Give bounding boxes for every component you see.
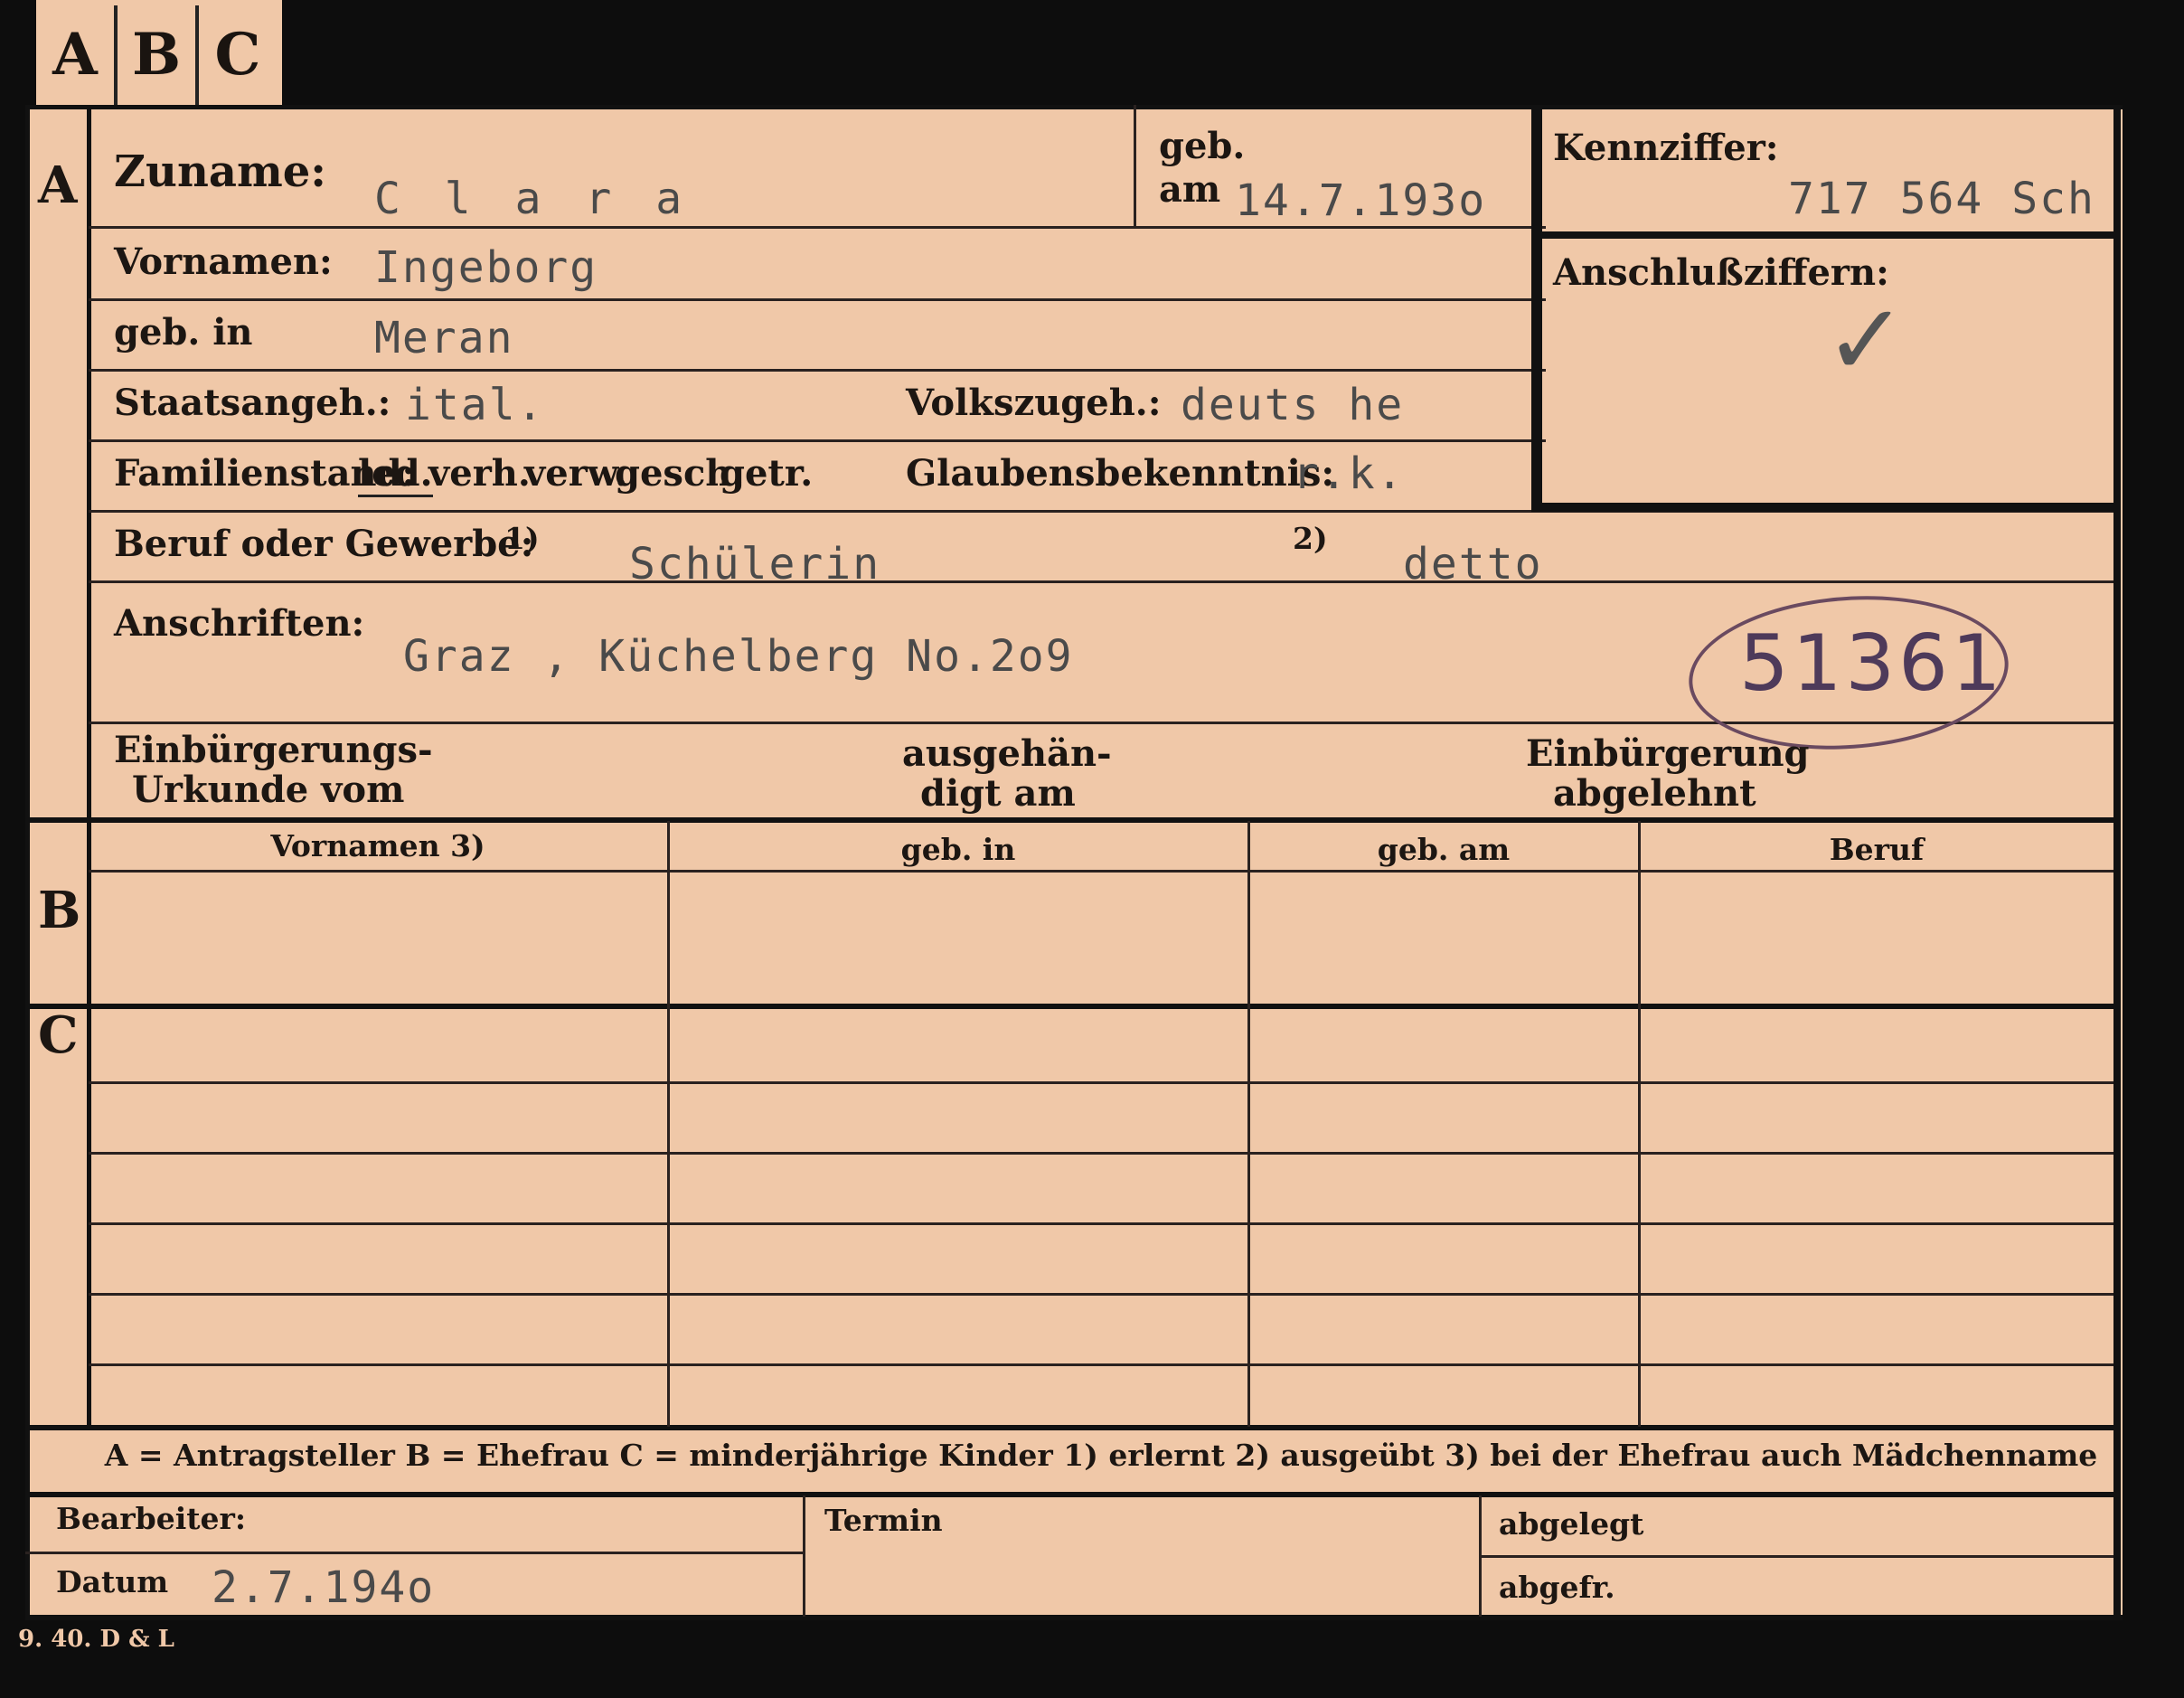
tab-b[interactable]: B — [118, 5, 199, 105]
table-header-beruf: Beruf — [1829, 832, 1925, 867]
abgelegt-label: abgelegt — [1499, 1506, 1644, 1542]
beruf-note-2: 2) — [1293, 521, 1328, 556]
vornamen-label: Vornamen: — [114, 241, 333, 283]
einbuergerung-abgelehnt-label-1: Einbürgerung — [1526, 732, 1810, 775]
beruf-erlernt-value: Schülerin — [629, 539, 881, 590]
familienstand-option-getr: getr. — [720, 452, 814, 495]
table-header-geb-in: geb. in — [900, 832, 1016, 867]
datum-label: Datum — [56, 1564, 169, 1599]
volkszugehoerigkeit-value: deuts he — [1181, 380, 1405, 430]
familienstand-option-verh: verh. — [428, 452, 531, 495]
anschluss-check-mark: ✓ — [1824, 282, 1908, 398]
vornamen-value: Ingeborg — [374, 242, 598, 293]
ausgehaendigt-label-1: ausgehän- — [902, 732, 1112, 775]
geb-label: geb. — [1159, 125, 1246, 167]
abgefr-label: abgefr. — [1499, 1570, 1615, 1605]
print-code: 9. 40. D & L — [18, 1626, 174, 1653]
beruf-note-1: 1) — [504, 521, 540, 556]
beruf-label: Beruf oder Gewerbe: — [114, 523, 534, 565]
familienstand-option-led: led. — [358, 452, 433, 497]
tab-a[interactable]: A — [36, 5, 118, 105]
section-c-label: C — [38, 1005, 79, 1065]
kennziffer-label: Kennziffer: — [1553, 127, 1779, 169]
legend-text: A = Antragsteller B = Ehefrau C = minder… — [104, 1438, 2098, 1473]
geb-am-value: 14.7.193o — [1235, 175, 1487, 226]
einbuergerungs-urkunde-label-1: Einbürgerungs- — [114, 729, 433, 771]
staatsangehoerigkeit-value: ital. — [405, 380, 545, 430]
zuname-value: C l a r a — [374, 174, 692, 224]
bearbeiter-label: Bearbeiter: — [56, 1501, 247, 1536]
glaubensbekenntnis-label: Glaubensbekenntnis: — [906, 452, 1335, 495]
tab-strip: A B C — [36, 0, 282, 108]
section-a-label: A — [38, 156, 78, 215]
kennziffer-value: 717 564 Sch — [1788, 174, 2095, 224]
volkszugehoerigkeit-label: Volkszugeh.: — [906, 382, 1162, 424]
geb-in-label: geb. in — [114, 311, 253, 354]
section-b-label: B — [38, 881, 81, 940]
einbuergerung-abgelehnt-label-2: abgelehnt — [1553, 772, 1756, 815]
stamp-number: 51361 — [1739, 618, 2005, 709]
termin-label: Termin — [824, 1503, 943, 1538]
table-header-vornamen: Vornamen 3) — [270, 828, 485, 863]
einbuergerungs-urkunde-label-2: Urkunde vom — [132, 769, 405, 811]
registration-card: A B C Zuname: C l a r a geb. am 14.7.193… — [25, 105, 2123, 1620]
familienstand-option-verw: verw. — [524, 452, 628, 495]
staatsangehoerigkeit-label: Staatsangeh.: — [114, 382, 391, 424]
glaubensbekenntnis-value: r.k. — [1293, 448, 1405, 499]
am-label: am — [1159, 168, 1221, 211]
tab-c[interactable]: C — [199, 5, 277, 105]
beruf-ausgeuebt-value: detto — [1403, 539, 1543, 590]
table-header-geb-am: geb. am — [1377, 832, 1511, 867]
anschriften-value: Graz , Küchelberg No.2o9 — [403, 631, 1074, 682]
zuname-label: Zuname: — [114, 146, 326, 197]
ausgehaendigt-label-2: digt am — [920, 772, 1076, 815]
geb-in-value: Meran — [374, 313, 514, 363]
anschriften-label: Anschriften: — [114, 602, 365, 645]
datum-value: 2.7.194o — [212, 1562, 436, 1613]
